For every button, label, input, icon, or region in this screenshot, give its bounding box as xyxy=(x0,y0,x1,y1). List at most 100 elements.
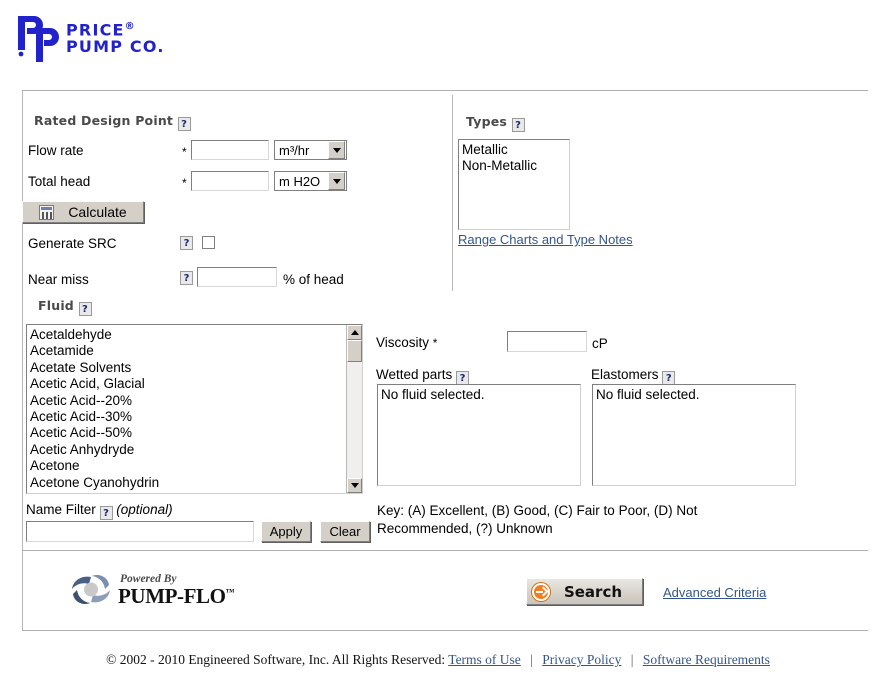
registered-mark-icon: ® xyxy=(124,21,136,32)
generate-src-checkbox[interactable] xyxy=(202,236,215,249)
scrollbar-thumb[interactable] xyxy=(347,340,362,362)
name-filter-input[interactable] xyxy=(26,521,254,542)
elastomers-heading: Elastomers ? xyxy=(591,367,676,385)
scroll-down-icon[interactable] xyxy=(347,478,362,493)
wetted-parts-heading: Wetted parts ? xyxy=(376,367,470,385)
left-frame-line xyxy=(22,91,23,550)
list-item[interactable]: Acetaldehyde xyxy=(30,327,344,343)
scroll-up-icon[interactable] xyxy=(347,325,362,340)
arrow-right-circle-icon xyxy=(532,582,550,601)
viscosity-unit: cP xyxy=(592,336,608,351)
fluid-heading: Fluid ? xyxy=(38,298,92,316)
flow-rate-input[interactable] xyxy=(191,140,269,160)
flow-rate-unit-value: m³/hr xyxy=(279,142,310,158)
compatibility-key: Key: (A) Excellent, (B) Good, (C) Fair t… xyxy=(377,502,697,538)
rated-design-point-heading: Rated Design Point ? xyxy=(34,113,191,131)
top-divider xyxy=(22,90,868,91)
clear-button[interactable]: Clear xyxy=(320,521,370,542)
chevron-down-icon[interactable] xyxy=(328,172,345,190)
name-filter-label: Name Filter xyxy=(26,502,96,517)
wetted-parts-output: No fluid selected. xyxy=(377,384,581,486)
help-icon-fluid[interactable]: ? xyxy=(78,302,92,316)
rated-design-point-title: Rated Design Point xyxy=(34,113,174,128)
pumpflo-logo: Powered By PUMP-FLO™ xyxy=(68,573,278,609)
list-item[interactable]: Metallic xyxy=(462,142,569,158)
key-line-1: Key: (A) Excellent, (B) Good, (C) Fair t… xyxy=(377,503,698,518)
search-button[interactable]: Search xyxy=(526,578,643,605)
help-icon-elastomers[interactable]: ? xyxy=(662,371,676,385)
logo-line-price: PRICE® xyxy=(66,20,136,40)
list-item[interactable]: Acetic Acid, Glacial xyxy=(30,376,344,392)
clear-button-label: Clear xyxy=(329,524,361,539)
apply-button[interactable]: Apply xyxy=(261,521,311,542)
name-filter-optional-note: (optional) xyxy=(116,502,173,517)
help-icon-generate-src[interactable]: ? xyxy=(180,236,193,250)
calculate-button-label: Calculate xyxy=(68,204,127,220)
wetted-parts-text: No fluid selected. xyxy=(381,387,485,402)
mid-divider xyxy=(22,550,868,551)
list-item[interactable]: Acetic Acid--50% xyxy=(30,425,344,441)
list-item[interactable]: Acetic Acid--20% xyxy=(30,393,344,409)
types-title: Types xyxy=(466,114,508,129)
near-miss-label: Near miss xyxy=(28,272,89,287)
list-item[interactable]: Acetamide xyxy=(30,343,344,359)
list-item[interactable]: Non-Metallic xyxy=(462,158,569,174)
near-miss-suffix: % of head xyxy=(283,272,344,287)
key-line-2: Recommended, (?) Unknown xyxy=(377,521,553,536)
fluid-title: Fluid xyxy=(38,298,74,313)
near-miss-input[interactable] xyxy=(197,267,277,287)
footer-separator: | xyxy=(630,652,634,667)
flow-rate-required-mark: * xyxy=(182,145,187,159)
help-icon-near-miss[interactable]: ? xyxy=(180,271,193,285)
logo-line-pumpco: PUMP CO. xyxy=(66,37,165,57)
terms-of-use-link[interactable]: Terms of Use xyxy=(448,652,521,667)
trademark-icon: ™ xyxy=(225,587,235,597)
total-head-unit-value: m H2O xyxy=(279,173,321,189)
viscosity-required-mark: * xyxy=(432,336,438,350)
total-head-label: Total head xyxy=(28,174,91,189)
privacy-policy-link[interactable]: Privacy Policy xyxy=(542,652,621,667)
bottom-divider xyxy=(22,630,868,631)
price-pump-mark-icon xyxy=(18,16,59,62)
range-charts-link[interactable]: Range Charts and Type Notes xyxy=(458,232,633,247)
help-icon-rated-design-point[interactable]: ? xyxy=(177,117,191,131)
calculator-icon xyxy=(39,204,55,220)
flow-rate-label: Flow rate xyxy=(28,143,84,158)
elastomers-output: No fluid selected. xyxy=(592,384,796,486)
elastomers-text: No fluid selected. xyxy=(596,387,700,402)
help-icon-wetted-parts[interactable]: ? xyxy=(456,371,470,385)
list-item[interactable]: Acetone Cyanohydrin xyxy=(30,475,344,491)
generate-src-label: Generate SRC xyxy=(28,236,117,251)
list-item[interactable]: Acetone xyxy=(30,458,344,474)
software-requirements-link[interactable]: Software Requirements xyxy=(643,652,770,667)
help-icon-types[interactable]: ? xyxy=(511,118,525,132)
pumpflo-mark-icon xyxy=(72,575,110,604)
advanced-criteria-link[interactable]: Advanced Criteria xyxy=(663,585,766,600)
name-filter-row: Name Filter ? (optional) xyxy=(26,502,173,520)
viscosity-label: Viscosity * xyxy=(376,335,438,350)
list-item[interactable]: Acetic Anhydryde xyxy=(30,442,344,458)
search-button-label: Search xyxy=(563,582,623,601)
types-listbox[interactable]: Metallic Non-Metallic xyxy=(458,139,570,230)
flow-rate-unit-select[interactable]: m³/hr xyxy=(274,140,347,160)
types-heading: Types ? xyxy=(466,114,525,132)
price-pump-logo: PRICE® PUMP CO. xyxy=(16,14,316,70)
list-item[interactable]: Acetate Solvents xyxy=(30,360,344,376)
pumpflo-name: PUMP-FLO™ xyxy=(118,584,235,608)
total-head-input[interactable] xyxy=(191,171,269,191)
total-head-required-mark: * xyxy=(182,176,187,190)
fluid-list-scrollbar[interactable] xyxy=(346,325,362,493)
chevron-down-icon[interactable] xyxy=(328,141,345,159)
footer-separator: | xyxy=(530,652,533,667)
fluid-listbox[interactable]: Acetaldehyde Acetamide Acetate Solvents … xyxy=(26,324,363,494)
list-item[interactable]: Acetic Acid--30% xyxy=(30,409,344,425)
apply-button-label: Apply xyxy=(269,524,303,539)
calculate-button[interactable]: Calculate xyxy=(22,201,144,223)
lower-left-frame-line xyxy=(22,551,23,630)
help-icon-name-filter[interactable]: ? xyxy=(99,506,113,520)
column-divider-line xyxy=(452,95,453,291)
total-head-unit-select[interactable]: m H2O xyxy=(274,171,347,191)
footer: © 2002 - 2010 Engineered Software, Inc. … xyxy=(0,652,876,668)
footer-copyright: © 2002 - 2010 Engineered Software, Inc. … xyxy=(106,652,446,667)
viscosity-input[interactable] xyxy=(507,331,587,352)
